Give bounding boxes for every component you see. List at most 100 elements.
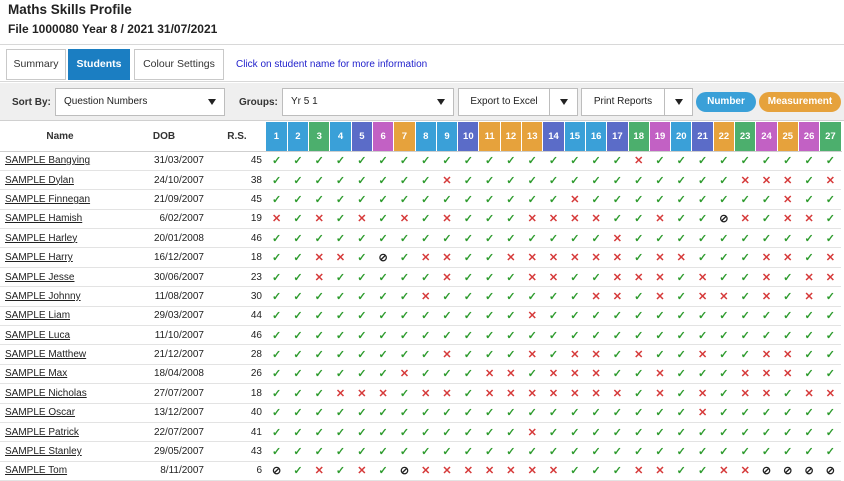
incorrect-icon: ✕	[628, 344, 650, 365]
correct-icon: ✓	[713, 422, 735, 443]
student-name-link[interactable]: SAMPLE Dylan	[5, 175, 74, 186]
correct-icon: ✓	[372, 151, 394, 171]
incorrect-icon: ✕	[436, 170, 458, 191]
student-name-link[interactable]: SAMPLE Harry	[5, 252, 73, 263]
column-header-question-7[interactable]: 7	[393, 122, 416, 152]
column-header-question-6[interactable]: 6	[372, 122, 395, 152]
student-name-link[interactable]: SAMPLE Johnny	[5, 291, 81, 302]
column-header-question-12[interactable]: 12	[500, 122, 523, 152]
column-header-question-11[interactable]: 11	[478, 122, 501, 152]
column-header-question-25[interactable]: 25	[777, 122, 799, 152]
correct-icon: ✓	[585, 441, 607, 462]
student-dob: 29/03/2007	[120, 306, 208, 327]
correct-icon: ✓	[691, 247, 714, 268]
student-dob: 22/07/2007	[120, 422, 208, 443]
column-header-question-19[interactable]: 19	[649, 122, 672, 152]
correct-icon: ✓	[436, 364, 458, 385]
correct-icon: ✓	[478, 247, 501, 268]
student-name-cell: SAMPLE Nicholas	[0, 383, 120, 404]
incorrect-icon: ✕	[755, 344, 778, 365]
correct-icon: ✓	[798, 441, 820, 462]
correct-icon: ✓	[457, 209, 479, 230]
column-header-name[interactable]: Name	[0, 122, 120, 152]
student-name-link[interactable]: SAMPLE Max	[5, 368, 67, 379]
column-header-question-9[interactable]: 9	[436, 122, 459, 152]
sort-select[interactable]: Question Numbers	[55, 88, 225, 116]
column-header-question-26[interactable]: 26	[798, 122, 821, 152]
tab-summary[interactable]: Summary	[6, 49, 66, 80]
correct-icon: ✓	[329, 461, 352, 481]
student-name-link[interactable]: SAMPLE Tom	[5, 465, 67, 476]
column-header-question-2[interactable]: 2	[287, 122, 310, 152]
student-name-cell: SAMPLE Johnny	[0, 286, 120, 307]
print-reports-dropdown[interactable]	[664, 89, 693, 115]
correct-icon: ✓	[542, 151, 565, 171]
student-name-link[interactable]: SAMPLE Oscar	[5, 407, 75, 418]
correct-icon: ✓	[691, 228, 714, 249]
student-name-link[interactable]: SAMPLE Patrick	[5, 427, 79, 438]
student-name-link[interactable]: SAMPLE Finnegan	[5, 194, 90, 205]
student-dob: 16/12/2007	[120, 247, 208, 268]
column-header-question-17[interactable]: 17	[606, 122, 629, 152]
column-header-question-16[interactable]: 16	[585, 122, 608, 152]
strand-number-button[interactable]: Number	[696, 92, 756, 112]
incorrect-icon: ✕	[819, 267, 842, 288]
column-header-question-23[interactable]: 23	[734, 122, 757, 152]
correct-icon: ✓	[478, 422, 501, 443]
column-header-question-24[interactable]: 24	[755, 122, 778, 152]
column-header-question-13[interactable]: 13	[521, 122, 544, 152]
student-name-link[interactable]: SAMPLE Luca	[5, 330, 70, 341]
correct-icon: ✓	[266, 306, 288, 327]
correct-icon: ✓	[287, 403, 309, 423]
correct-icon: ✓	[393, 170, 416, 191]
student-name-link[interactable]: SAMPLE Hamish	[5, 213, 82, 224]
correct-icon: ✓	[670, 228, 692, 249]
column-header-question-21[interactable]: 21	[691, 122, 714, 152]
student-name-link[interactable]: SAMPLE Nicholas	[5, 388, 87, 399]
student-name-link[interactable]: SAMPLE Stanley	[5, 446, 82, 457]
column-header-question-14[interactable]: 14	[542, 122, 565, 152]
column-header-question-1[interactable]: 1	[266, 122, 288, 152]
tab-colour-settings[interactable]: Colour Settings	[134, 49, 224, 80]
strand-measurement-button[interactable]: Measurement	[759, 92, 841, 112]
correct-icon: ✓	[457, 151, 479, 171]
student-name-link[interactable]: SAMPLE Liam	[5, 310, 70, 321]
column-header-question-8[interactable]: 8	[415, 122, 437, 152]
student-dob: 27/07/2007	[120, 383, 208, 404]
column-header-question-27[interactable]: 27	[819, 122, 842, 152]
correct-icon: ✓	[777, 383, 799, 404]
correct-icon: ✓	[670, 286, 692, 307]
tab-students[interactable]: Students	[68, 49, 130, 80]
export-excel-dropdown[interactable]	[549, 89, 578, 115]
column-header-question-18[interactable]: 18	[628, 122, 650, 152]
print-reports-button[interactable]: Print Reports	[582, 89, 664, 115]
groups-select[interactable]: Yr 5 1	[282, 88, 454, 116]
column-header-question-4[interactable]: 4	[329, 122, 352, 152]
student-name-link[interactable]: SAMPLE Bangying	[5, 155, 90, 166]
correct-icon: ✓	[308, 422, 330, 443]
student-name-link[interactable]: SAMPLE Harley	[5, 233, 77, 244]
column-header-question-15[interactable]: 15	[564, 122, 586, 152]
column-header-question-5[interactable]: 5	[351, 122, 373, 152]
column-header-question-10[interactable]: 10	[457, 122, 480, 152]
correct-icon: ✓	[670, 422, 692, 443]
column-header-question-3[interactable]: 3	[308, 122, 331, 152]
column-header-question-22[interactable]: 22	[713, 122, 736, 152]
column-header-rs[interactable]: R.S.	[208, 122, 266, 152]
correct-icon: ✓	[329, 189, 352, 210]
correct-icon: ✓	[670, 151, 692, 171]
student-name-link[interactable]: SAMPLE Jesse	[5, 272, 74, 283]
correct-icon: ✓	[542, 306, 565, 327]
correct-icon: ✓	[777, 403, 799, 423]
incorrect-icon: ✕	[606, 286, 629, 307]
incorrect-icon: ✕	[308, 461, 330, 481]
correct-icon: ✓	[266, 228, 288, 249]
not-attempted-icon: ⊘	[372, 247, 394, 268]
export-excel-button[interactable]: Export to Excel	[459, 89, 549, 115]
column-header-dob[interactable]: DOB	[120, 122, 208, 152]
student-dob: 11/10/2007	[120, 325, 208, 346]
student-name-link[interactable]: SAMPLE Matthew	[5, 349, 86, 360]
column-header-question-20[interactable]: 20	[670, 122, 693, 152]
correct-icon: ✓	[798, 364, 820, 385]
correct-icon: ✓	[308, 151, 330, 171]
